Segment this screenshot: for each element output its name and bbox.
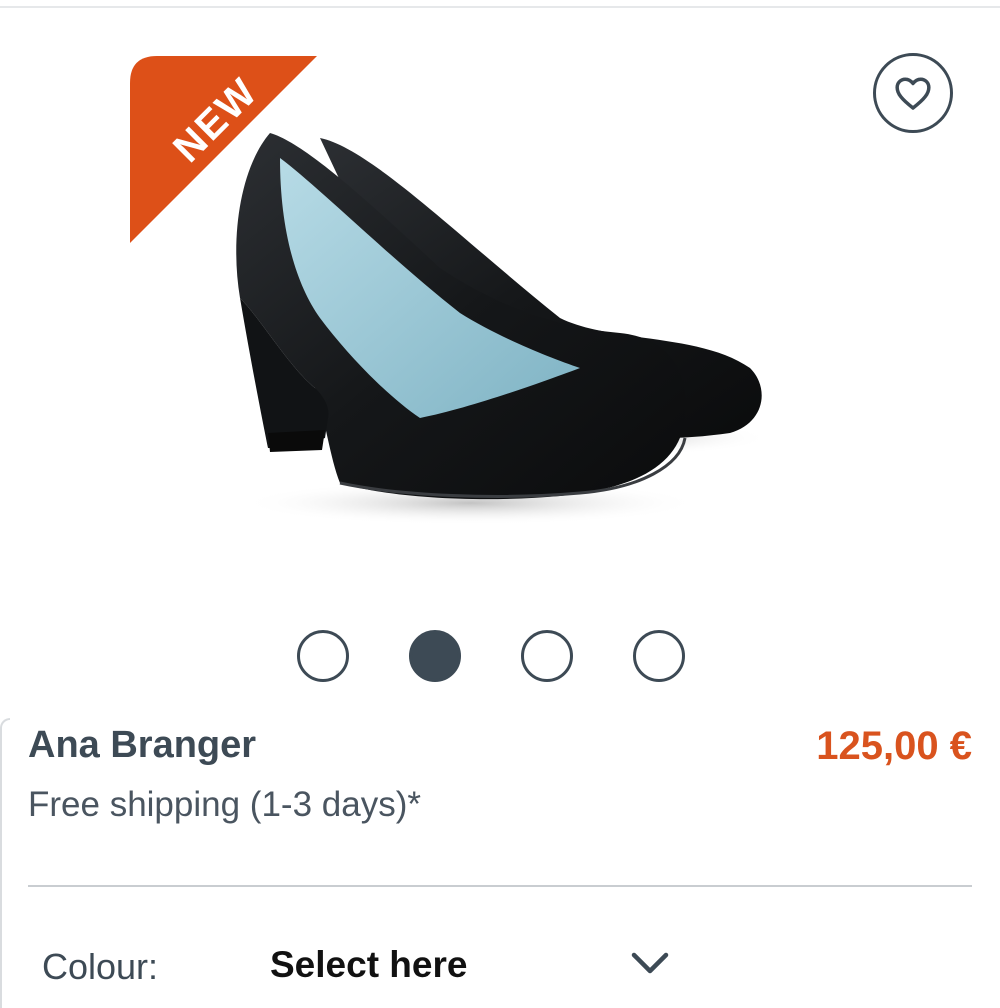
product-gallery[interactable]: NEW [0, 8, 1000, 708]
colour-select[interactable]: Select here [270, 944, 680, 994]
details-card-edge [0, 718, 10, 1008]
chevron-down-icon [631, 952, 669, 974]
heart-icon [895, 77, 931, 110]
product-name: Ana Branger [28, 724, 257, 766]
colour-select-value: Select here [270, 944, 468, 985]
gallery-pagination [297, 630, 685, 682]
gallery-dot-1[interactable] [297, 630, 349, 682]
section-divider [28, 885, 972, 887]
colour-label: Colour: [42, 946, 159, 987]
product-price: 125,00 € [816, 724, 972, 768]
product-image[interactable] [140, 118, 870, 608]
gallery-dot-4[interactable] [633, 630, 685, 682]
wishlist-button[interactable] [873, 53, 953, 133]
gallery-dot-2[interactable] [409, 630, 461, 682]
gallery-dot-3[interactable] [521, 630, 573, 682]
shipping-info: Free shipping (1-3 days)* [28, 785, 421, 824]
